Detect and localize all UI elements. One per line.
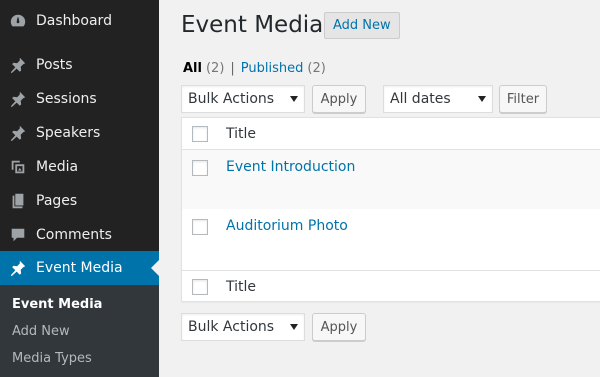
pages-icon bbox=[0, 191, 36, 211]
dropdown-arrow-icon bbox=[290, 324, 298, 330]
dropdown-arrow-icon bbox=[290, 96, 298, 102]
apply-button-bottom[interactable]: Apply bbox=[312, 313, 366, 341]
menu-sessions[interactable]: Sessions bbox=[0, 82, 159, 116]
main-content: Event Media Add New All (2) | Published … bbox=[159, 0, 600, 377]
menu-speakers[interactable]: Speakers bbox=[0, 116, 159, 150]
dates-value: All dates bbox=[390, 91, 451, 107]
row-title-link[interactable]: Auditorium Photo bbox=[226, 218, 348, 234]
filter-button[interactable]: Filter bbox=[499, 85, 547, 113]
status-filter-links: All (2) | Published (2) bbox=[183, 61, 326, 76]
menu-event-media[interactable]: Event Media bbox=[0, 251, 159, 285]
menu-label: Pages bbox=[36, 193, 78, 209]
column-title-footer[interactable]: Title bbox=[226, 279, 256, 295]
table-row: Event Introduction bbox=[182, 150, 600, 209]
dashboard-icon bbox=[0, 11, 36, 31]
menu-media[interactable]: Media bbox=[0, 150, 159, 184]
dropdown-arrow-icon bbox=[478, 96, 486, 102]
posts-table: Title Event Introduction Auditorium Phot… bbox=[181, 117, 600, 302]
apply-button-top[interactable]: Apply bbox=[312, 85, 366, 113]
media-icon bbox=[0, 157, 36, 177]
menu-label: Posts bbox=[36, 57, 73, 73]
row-title-link[interactable]: Event Introduction bbox=[226, 159, 355, 175]
bulk-actions-select-bottom[interactable]: Bulk Actions bbox=[181, 313, 305, 341]
admin-sidebar: Dashboard Posts Sessions Speakers Media … bbox=[0, 0, 159, 377]
menu-label: Speakers bbox=[36, 125, 101, 141]
menu-pages[interactable]: Pages bbox=[0, 184, 159, 218]
dates-select[interactable]: All dates bbox=[383, 85, 493, 113]
filter-all-count: (2) bbox=[205, 61, 225, 76]
submenu-event-media[interactable]: Event Media bbox=[12, 297, 102, 312]
pin-icon bbox=[0, 123, 36, 143]
menu-dashboard[interactable]: Dashboard bbox=[0, 4, 159, 38]
menu-label: Comments bbox=[36, 227, 112, 243]
table-row: Auditorium Photo bbox=[182, 209, 600, 269]
bulk-actions-select-top[interactable]: Bulk Actions bbox=[181, 85, 305, 113]
submenu: Event Media Add New Media Types bbox=[0, 285, 159, 377]
pin-icon bbox=[0, 258, 36, 278]
filter-all-link[interactable]: All bbox=[183, 61, 202, 76]
menu-label: Sessions bbox=[36, 91, 97, 107]
filter-published-link[interactable]: Published bbox=[241, 61, 304, 76]
submenu-media-types[interactable]: Media Types bbox=[12, 351, 92, 366]
filter-published-count: (2) bbox=[307, 61, 326, 76]
pin-icon bbox=[0, 89, 36, 109]
column-title-header[interactable]: Title bbox=[226, 126, 256, 142]
table-header: Title bbox=[182, 118, 600, 150]
menu-label: Media bbox=[36, 159, 79, 175]
submenu-add-new[interactable]: Add New bbox=[12, 324, 70, 339]
bulk-actions-value: Bulk Actions bbox=[188, 91, 275, 107]
menu-label: Event Media bbox=[36, 260, 123, 276]
page-title: Event Media bbox=[181, 12, 324, 38]
row-checkbox[interactable] bbox=[192, 219, 208, 235]
comments-icon bbox=[0, 225, 36, 245]
menu-comments[interactable]: Comments bbox=[0, 218, 159, 252]
select-all-checkbox-footer[interactable] bbox=[192, 279, 208, 295]
bulk-actions-value: Bulk Actions bbox=[188, 319, 275, 335]
select-all-checkbox[interactable] bbox=[192, 126, 208, 142]
pin-icon bbox=[0, 55, 36, 75]
filter-separator: | bbox=[230, 61, 235, 76]
row-checkbox[interactable] bbox=[192, 160, 208, 176]
table-footer: Title bbox=[182, 270, 600, 302]
menu-posts[interactable]: Posts bbox=[0, 48, 159, 82]
add-new-button[interactable]: Add New bbox=[324, 12, 400, 39]
menu-label: Dashboard bbox=[36, 13, 112, 29]
